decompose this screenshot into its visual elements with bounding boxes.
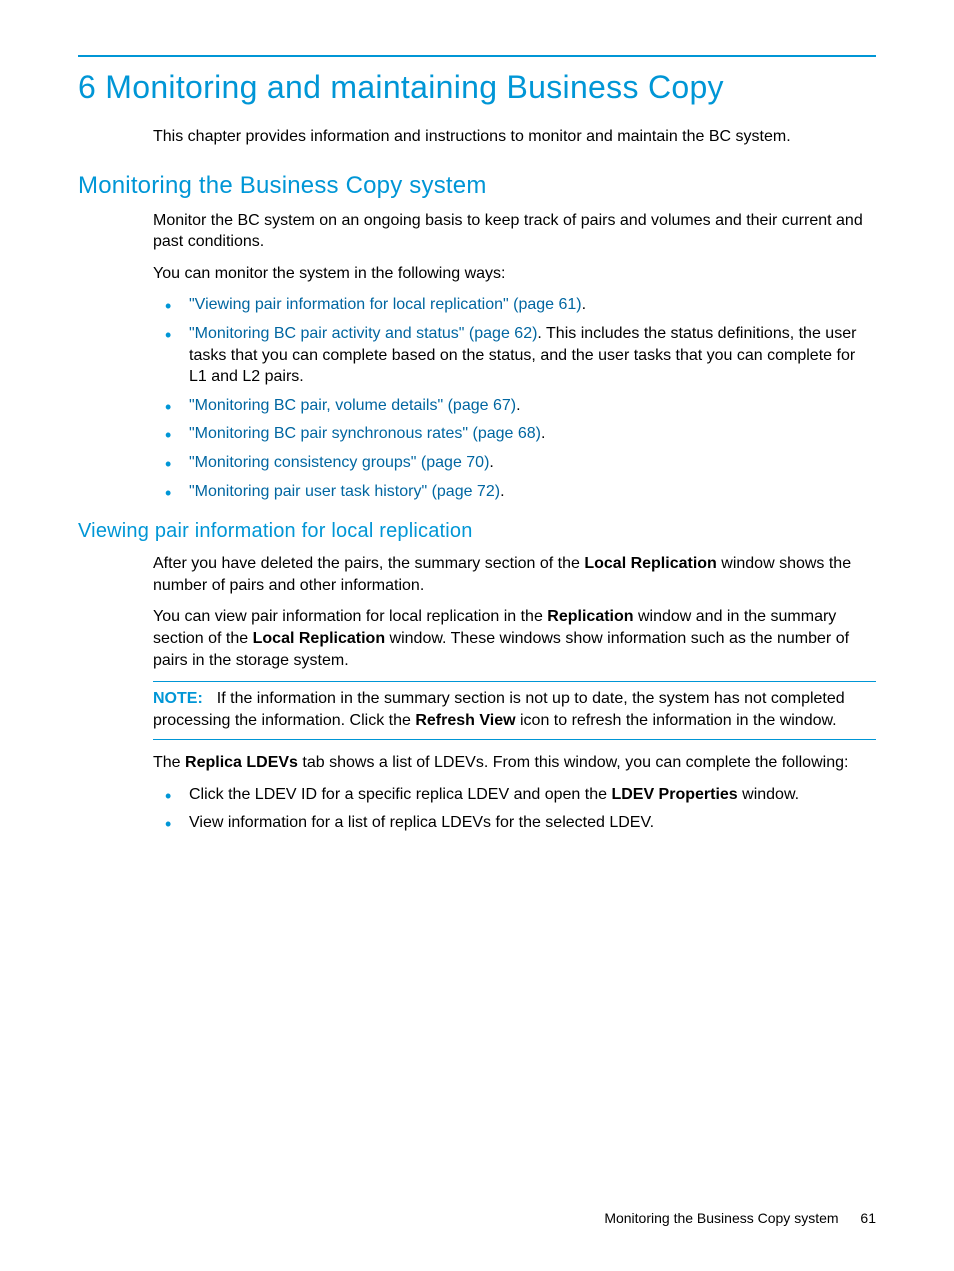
link-monitoring-consistency-groups[interactable]: "Monitoring consistency groups" (page 70… xyxy=(189,454,489,471)
section2-p3: The Replica LDEVs tab shows a list of LD… xyxy=(153,752,876,774)
link-monitoring-sync-rates[interactable]: "Monitoring BC pair synchronous rates" (… xyxy=(189,425,541,442)
page-container: 6 Monitoring and maintaining Business Co… xyxy=(0,0,954,886)
list-item-tail: . xyxy=(516,397,520,414)
list-item-tail: . xyxy=(541,425,545,442)
bold-replication: Replication xyxy=(547,608,633,625)
list-item: "Monitoring BC pair activity and status"… xyxy=(153,323,876,388)
link-monitoring-activity-status[interactable]: "Monitoring BC pair activity and status"… xyxy=(189,325,537,342)
note-text-post: icon to refresh the information in the w… xyxy=(516,712,837,729)
top-rule xyxy=(78,55,876,57)
section2-p1: After you have deleted the pairs, the su… xyxy=(153,553,876,596)
section-monitoring-title: Monitoring the Business Copy system xyxy=(78,172,876,200)
list-item: "Monitoring pair user task history" (pag… xyxy=(153,481,876,503)
section1-p1: Monitor the BC system on an ongoing basi… xyxy=(153,210,876,253)
list-item-tail: . xyxy=(582,296,586,313)
link-monitoring-task-history[interactable]: "Monitoring pair user task history" (pag… xyxy=(189,483,500,500)
note-label: NOTE: xyxy=(153,690,203,707)
text: You can view pair information for local … xyxy=(153,608,547,625)
text: window. xyxy=(738,786,799,803)
chapter-title: 6 Monitoring and maintaining Business Co… xyxy=(78,69,876,106)
bold-local-replication: Local Replication xyxy=(584,555,716,572)
replica-ldevs-list: Click the LDEV ID for a specific replica… xyxy=(153,784,876,834)
page-footer: Monitoring the Business Copy system 61 xyxy=(604,1210,876,1226)
monitoring-ways-list: "Viewing pair information for local repl… xyxy=(153,294,876,502)
section2-p2: You can view pair information for local … xyxy=(153,606,876,671)
bold-local-replication-2: Local Replication xyxy=(253,630,385,647)
footer-page-number: 61 xyxy=(860,1210,876,1226)
link-monitoring-volume-details[interactable]: "Monitoring BC pair, volume details" (pa… xyxy=(189,397,516,414)
text: Click the LDEV ID for a specific replica… xyxy=(189,786,611,803)
text: View information for a list of replica L… xyxy=(189,814,654,831)
subsection-viewing-pair-info-title: Viewing pair information for local repli… xyxy=(78,520,876,543)
list-item: "Viewing pair information for local repl… xyxy=(153,294,876,316)
text: tab shows a list of LDEVs. From this win… xyxy=(298,754,848,771)
list-item: View information for a list of replica L… xyxy=(153,812,876,834)
note-block: NOTE:If the information in the summary s… xyxy=(153,681,876,740)
list-item-tail: . xyxy=(489,454,493,471)
text: After you have deleted the pairs, the su… xyxy=(153,555,584,572)
chapter-intro: This chapter provides information and in… xyxy=(153,126,876,148)
list-item-tail: . xyxy=(500,483,504,500)
bold-replica-ldevs: Replica LDEVs xyxy=(185,754,298,771)
link-viewing-pair-info[interactable]: "Viewing pair information for local repl… xyxy=(189,296,582,313)
text: The xyxy=(153,754,185,771)
list-item: "Monitoring BC pair, volume details" (pa… xyxy=(153,395,876,417)
bold-refresh-view: Refresh View xyxy=(415,712,515,729)
list-item: "Monitoring BC pair synchronous rates" (… xyxy=(153,423,876,445)
list-item: Click the LDEV ID for a specific replica… xyxy=(153,784,876,806)
footer-section-text: Monitoring the Business Copy system xyxy=(604,1210,838,1226)
bold-ldev-properties: LDEV Properties xyxy=(611,786,737,803)
section1-p2: You can monitor the system in the follow… xyxy=(153,263,876,285)
list-item: "Monitoring consistency groups" (page 70… xyxy=(153,452,876,474)
